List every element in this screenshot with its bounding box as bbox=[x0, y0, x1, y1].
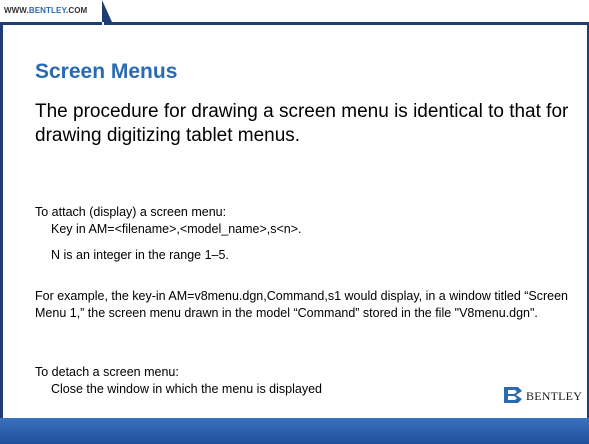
detach-step: Close the window in which the menu is di… bbox=[51, 382, 322, 396]
attach-range-note: N is an integer in the range 1–5. bbox=[51, 248, 229, 262]
url-suffix: .COM bbox=[66, 6, 88, 15]
attach-keyin: Key in AM=<filename>,<model_name>,s<n>. bbox=[51, 222, 302, 236]
example-paragraph: For example, the key-in AM=v8menu.dgn,Co… bbox=[35, 289, 569, 320]
lead-paragraph: The procedure for drawing a screen menu … bbox=[35, 101, 569, 146]
footer-bar bbox=[0, 418, 589, 444]
attach-heading: To attach (display) a screen menu: bbox=[35, 205, 227, 219]
url-brand: BENTLEY bbox=[28, 6, 66, 15]
slide: WWW.BENTLEY.COM Screen Menus The procedu… bbox=[0, 0, 589, 444]
logo-wordmark: BENTLEY bbox=[526, 389, 583, 403]
left-border-line bbox=[0, 22, 3, 418]
url-tab: WWW.BENTLEY.COM bbox=[0, 0, 112, 25]
slide-title: Screen Menus bbox=[35, 60, 178, 83]
website-url: WWW.BENTLEY.COM bbox=[4, 6, 87, 15]
url-prefix: WWW. bbox=[4, 6, 29, 15]
top-border-line bbox=[104, 22, 589, 25]
bentley-b-logo-icon bbox=[504, 387, 522, 403]
bentley-logo: BENTLEY bbox=[502, 385, 582, 405]
detach-heading: To detach a screen menu: bbox=[35, 365, 179, 379]
